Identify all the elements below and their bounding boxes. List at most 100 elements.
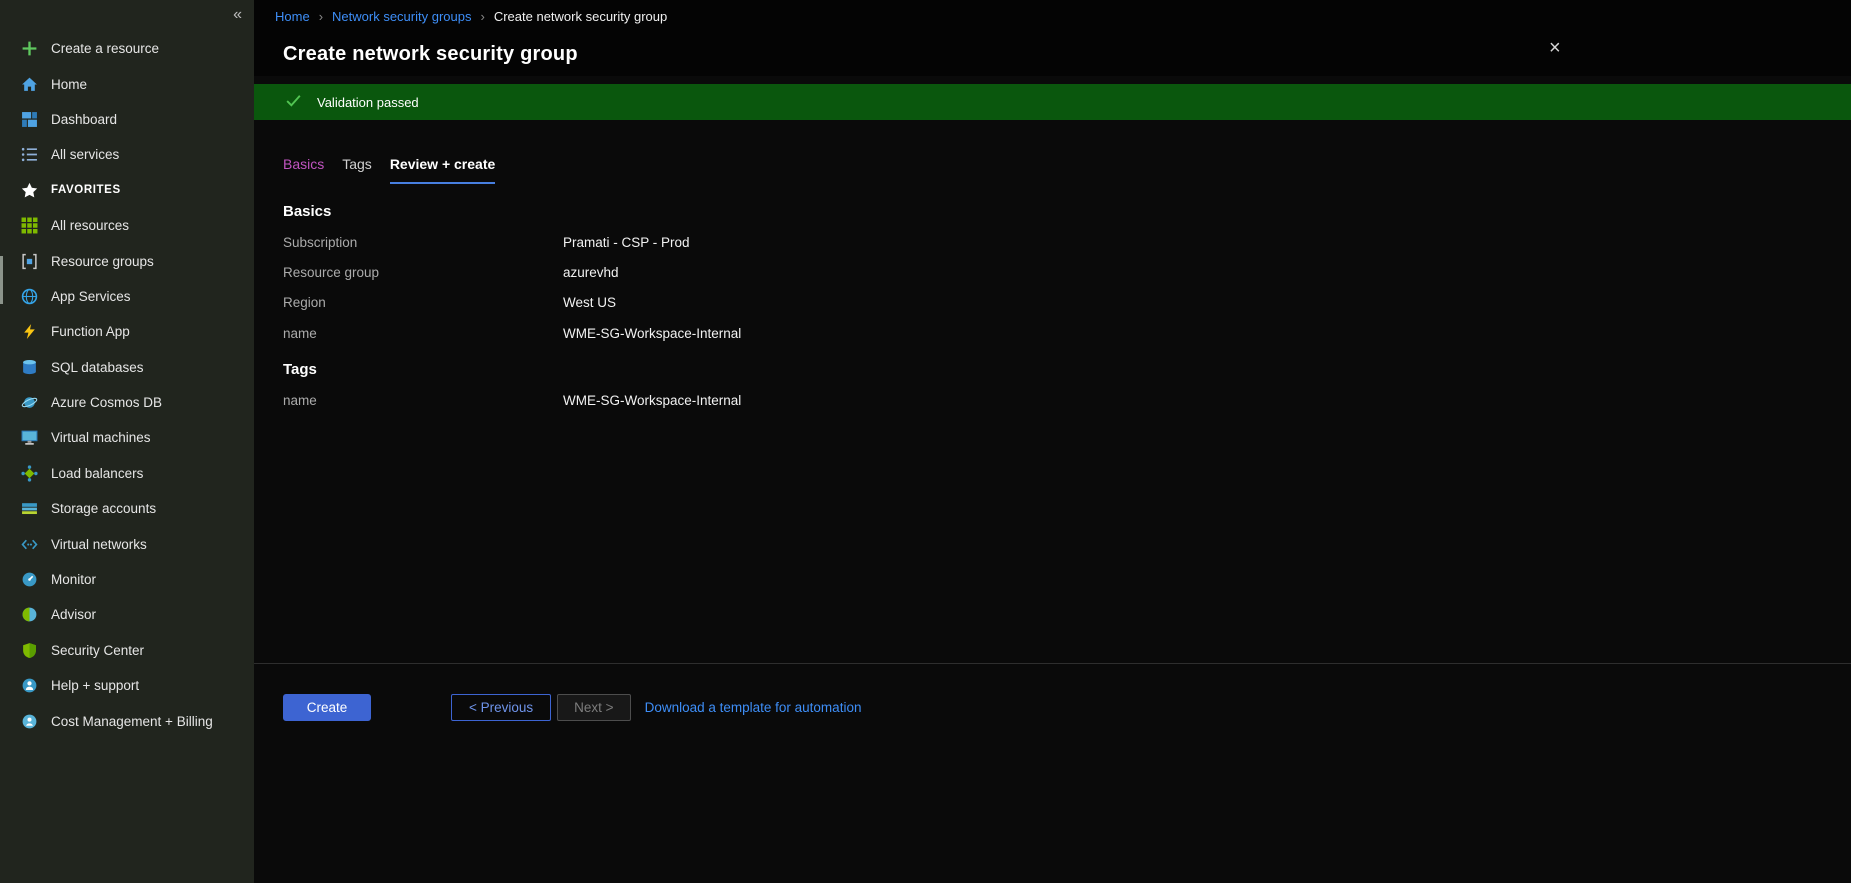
row-label: name bbox=[283, 326, 563, 341]
row-value: West US bbox=[563, 295, 616, 310]
help-person-icon bbox=[21, 677, 38, 694]
next-button[interactable]: Next > bbox=[557, 694, 630, 721]
tab-bar: Basics Tags Review + create bbox=[283, 156, 1851, 184]
monitor-screen-icon bbox=[21, 429, 38, 446]
sidebar-item-create-a-resource[interactable]: Create a resource bbox=[0, 31, 254, 66]
chevron-right-icon: › bbox=[319, 9, 323, 24]
home-icon bbox=[21, 76, 38, 93]
tab-basics[interactable]: Basics bbox=[283, 156, 324, 184]
sidebar: « Create a resource Home Dashboard All s… bbox=[0, 0, 254, 883]
load-balancer-icon bbox=[21, 465, 38, 482]
row-label: name bbox=[283, 393, 563, 408]
sidebar-item-label: Home bbox=[51, 77, 87, 92]
sidebar-item-all-resources[interactable]: All resources bbox=[0, 208, 254, 243]
page-title: Create network security group bbox=[283, 43, 578, 66]
sidebar-item-label: Create a resource bbox=[51, 41, 159, 56]
sidebar-item-app-services[interactable]: App Services bbox=[0, 279, 254, 314]
close-icon[interactable]: × bbox=[1549, 38, 1561, 58]
sidebar-item-monitor[interactable]: Monitor bbox=[0, 562, 254, 597]
tab-review-create[interactable]: Review + create bbox=[390, 156, 495, 184]
row-label: Resource group bbox=[283, 265, 563, 280]
sidebar-item-label: Cost Management + Billing bbox=[51, 714, 213, 729]
row-value: Pramati - CSP - Prod bbox=[563, 235, 690, 250]
star-icon bbox=[21, 182, 38, 199]
sidebar-item-label: All resources bbox=[51, 218, 129, 233]
sidebar-item-label: Monitor bbox=[51, 572, 96, 587]
validation-banner: Validation passed bbox=[254, 84, 1851, 120]
sidebar-item-label: SQL databases bbox=[51, 360, 144, 375]
database-icon bbox=[21, 359, 38, 376]
sidebar-item-resource-groups[interactable]: Resource groups bbox=[0, 243, 254, 278]
create-button[interactable]: Create bbox=[283, 694, 371, 721]
sidebar-item-virtual-networks[interactable]: Virtual networks bbox=[0, 526, 254, 561]
previous-button[interactable]: < Previous bbox=[451, 694, 551, 721]
row-label: Region bbox=[283, 295, 563, 310]
breadcrumb-network-security-groups[interactable]: Network security groups bbox=[332, 9, 471, 24]
sidebar-item-label: Advisor bbox=[51, 607, 96, 622]
basics-heading: Basics bbox=[283, 203, 1851, 220]
review-row-subscription: Subscription Pramati - CSP - Prod bbox=[283, 227, 1851, 257]
sidebar-item-azure-cosmos-db[interactable]: Azure Cosmos DB bbox=[0, 385, 254, 420]
plus-icon bbox=[21, 40, 38, 57]
review-row-region: Region West US bbox=[283, 288, 1851, 318]
sidebar-item-storage-accounts[interactable]: Storage accounts bbox=[0, 491, 254, 526]
sidebar-item-label: Storage accounts bbox=[51, 501, 156, 516]
sidebar-item-home[interactable]: Home bbox=[0, 66, 254, 101]
advisor-icon bbox=[21, 606, 38, 623]
download-template-link[interactable]: Download a template for automation bbox=[645, 700, 862, 715]
virtual-network-icon bbox=[21, 536, 38, 553]
lightning-icon bbox=[21, 323, 38, 340]
tags-heading: Tags bbox=[283, 361, 1851, 378]
sidebar-item-label: Virtual machines bbox=[51, 430, 151, 445]
cosmos-db-icon bbox=[21, 394, 38, 411]
sidebar-item-label: App Services bbox=[51, 289, 131, 304]
sidebar-item-function-app[interactable]: Function App bbox=[0, 314, 254, 349]
sidebar-item-label: Help + support bbox=[51, 678, 139, 693]
sidebar-item-virtual-machines[interactable]: Virtual machines bbox=[0, 420, 254, 455]
sidebar-item-dashboard[interactable]: Dashboard bbox=[0, 102, 254, 137]
breadcrumb-home[interactable]: Home bbox=[275, 9, 310, 24]
sidebar-item-label: Load balancers bbox=[51, 466, 143, 481]
sidebar-item-security-center[interactable]: Security Center bbox=[0, 633, 254, 668]
billing-person-icon bbox=[21, 713, 38, 730]
review-content: Basics Tags Review + create Basics Subsc… bbox=[254, 120, 1851, 415]
row-value: WME-SG-Workspace-Internal bbox=[563, 326, 741, 341]
sidebar-item-sql-databases[interactable]: SQL databases bbox=[0, 350, 254, 385]
review-row-name: name WME-SG-Workspace-Internal bbox=[283, 318, 1851, 348]
sidebar-item-label: Azure Cosmos DB bbox=[51, 395, 162, 410]
tab-tags[interactable]: Tags bbox=[342, 156, 372, 184]
chevron-right-icon: › bbox=[480, 9, 484, 24]
sidebar-section-favorites: FAVORITES bbox=[0, 173, 254, 208]
breadcrumb: Home › Network security groups › Create … bbox=[254, 0, 1851, 33]
list-icon bbox=[21, 146, 38, 163]
validation-text: Validation passed bbox=[317, 95, 419, 110]
sidebar-nav: Create a resource Home Dashboard All ser… bbox=[0, 0, 254, 739]
footer-actions: Create < Previous Next > Download a temp… bbox=[283, 694, 1851, 721]
sidebar-item-help-support[interactable]: Help + support bbox=[0, 668, 254, 703]
sidebar-item-label: Function App bbox=[51, 324, 130, 339]
sidebar-item-load-balancers[interactable]: Load balancers bbox=[0, 456, 254, 491]
blade-titlebar: Create network security group bbox=[254, 33, 1851, 76]
resource-groups-icon bbox=[21, 253, 38, 270]
sidebar-item-label: All services bbox=[51, 147, 119, 162]
review-row-tag-name: name WME-SG-Workspace-Internal bbox=[283, 385, 1851, 415]
review-row-resource-group: Resource group azurevhd bbox=[283, 257, 1851, 287]
sidebar-item-cost-management-billing[interactable]: Cost Management + Billing bbox=[0, 703, 254, 738]
dashboard-icon bbox=[21, 111, 38, 128]
collapse-sidebar-icon[interactable]: « bbox=[233, 6, 242, 24]
sidebar-item-advisor[interactable]: Advisor bbox=[0, 597, 254, 632]
sidebar-item-label: Dashboard bbox=[51, 112, 117, 127]
storage-icon bbox=[21, 500, 38, 517]
gauge-icon bbox=[21, 571, 38, 588]
main-pane: Home › Network security groups › Create … bbox=[254, 0, 1851, 883]
footer-bar: Create < Previous Next > Download a temp… bbox=[254, 663, 1851, 883]
grid-icon bbox=[21, 217, 38, 234]
sidebar-item-label: Resource groups bbox=[51, 254, 154, 269]
sidebar-scrollbar-thumb[interactable] bbox=[0, 256, 3, 304]
globe-icon bbox=[21, 288, 38, 305]
breadcrumb-current: Create network security group bbox=[494, 9, 667, 24]
check-icon bbox=[284, 91, 303, 113]
sidebar-item-label: Virtual networks bbox=[51, 537, 147, 552]
sidebar-item-all-services[interactable]: All services bbox=[0, 137, 254, 172]
row-value: azurevhd bbox=[563, 265, 619, 280]
